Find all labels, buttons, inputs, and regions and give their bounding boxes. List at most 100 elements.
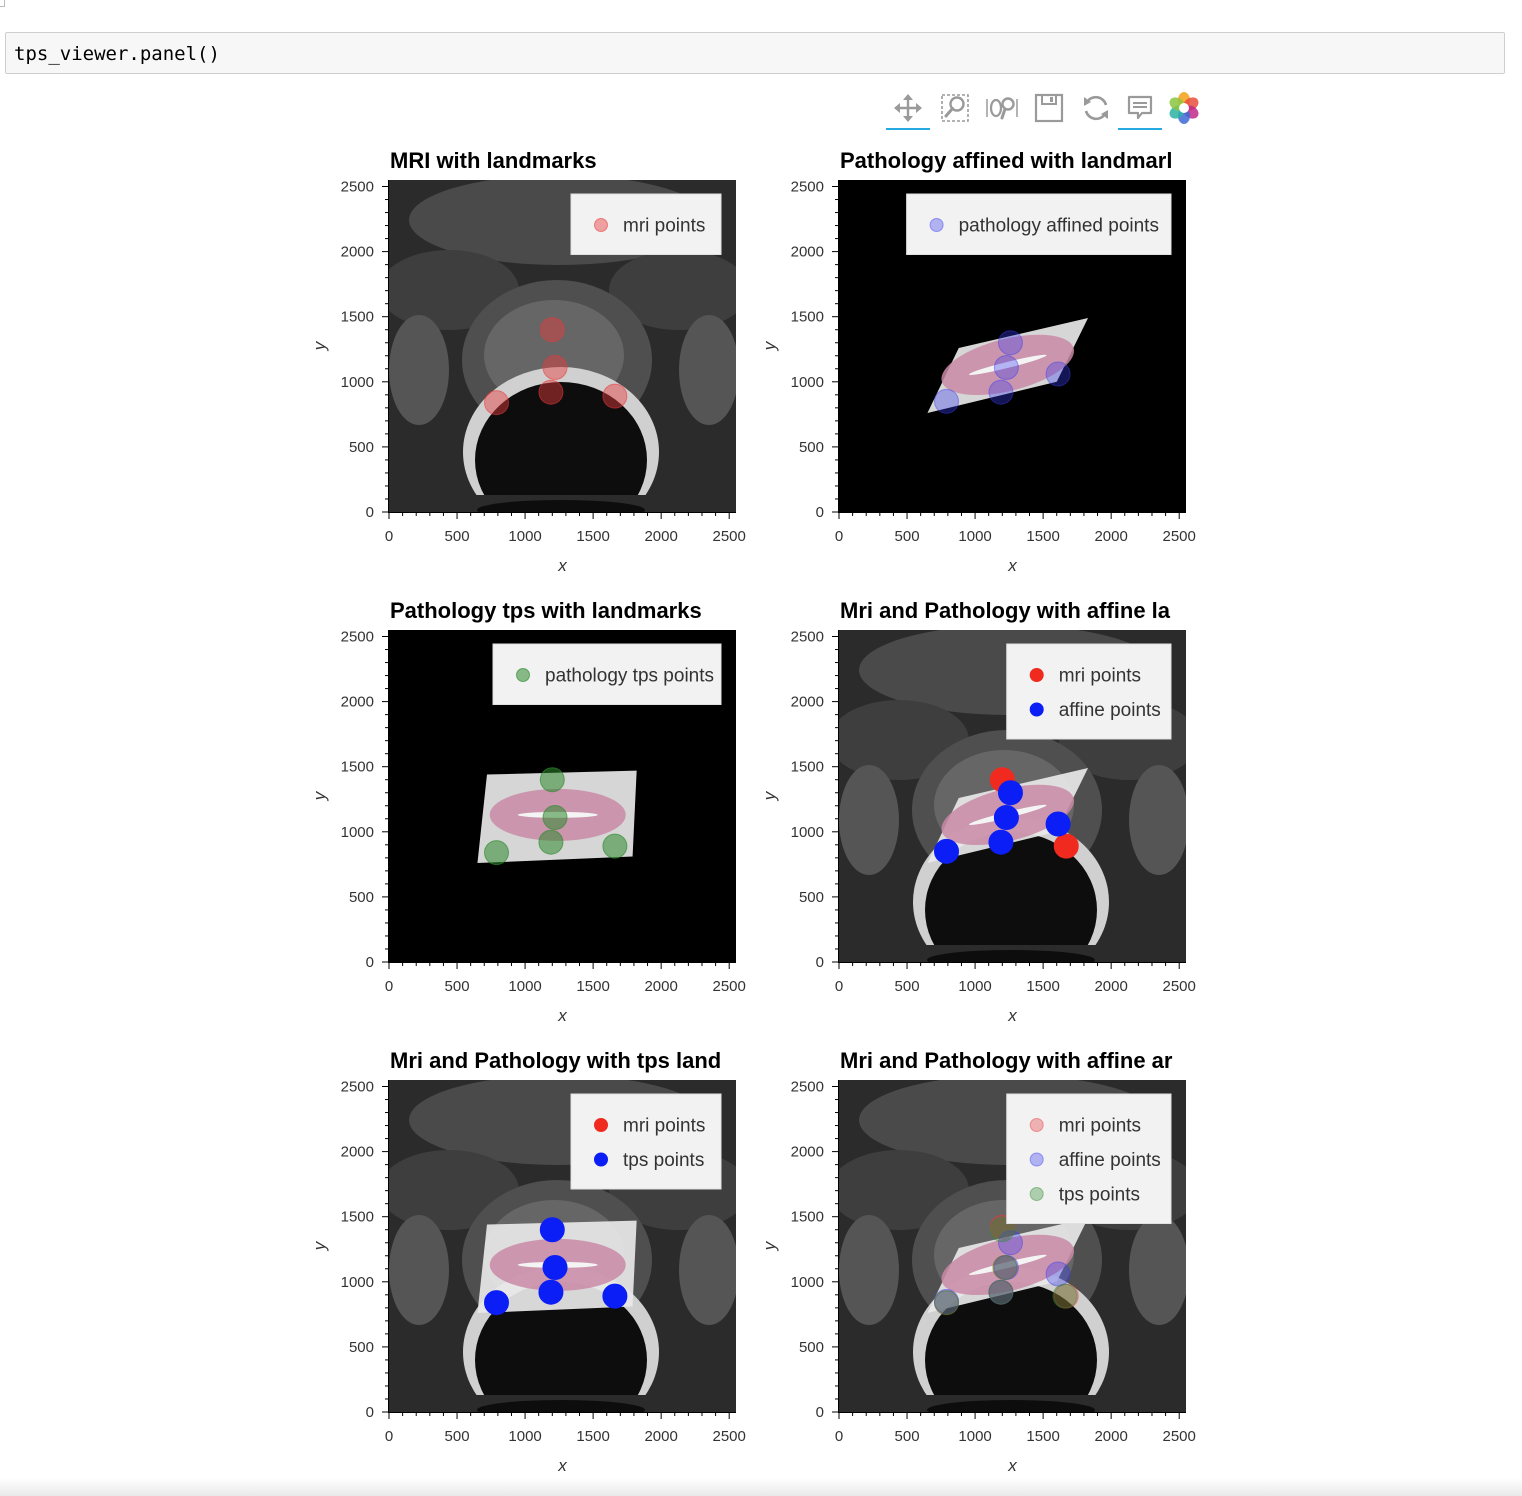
x-tick-label: 0 [385,1428,393,1445]
legend-label: tps points [623,1150,704,1171]
legend-marker [594,218,608,232]
data-point [993,354,1019,380]
x-tick-label: 0 [835,528,843,545]
y-tick-label: 1000 [791,824,824,841]
mri-femur-right [679,315,736,425]
x-tick-label: 0 [835,978,843,995]
x-tick-label: 2000 [1094,528,1127,545]
x-axis-label: x [1007,1006,1017,1025]
legend-label: mri points [1059,666,1141,687]
legend: mri points [570,193,722,255]
legend-box [1006,643,1172,740]
data-point [539,317,565,343]
legend-label: affine points [1059,700,1161,721]
mri-femur-right [1129,765,1186,875]
x-tick-label: 1000 [958,1428,991,1445]
legend-marker [929,218,944,232]
data-point [1045,1261,1071,1287]
mri-lumen-bottom [927,1400,1095,1412]
plot-grid: MRI with landmarks 0 500 1000 1500 2000 2500 0 5… [310,148,1196,1475]
data-point [1053,833,1079,859]
x-tick-label: 2500 [1163,978,1196,995]
x-tick-label: 2500 [713,528,746,545]
data-point [542,804,568,830]
x-tick-label: 1500 [1026,1428,1059,1445]
legend-label: mri points [1059,1116,1141,1137]
x-tick-label: 2000 [644,528,677,545]
x-tick-label: 1500 [1026,528,1059,545]
reset-icon [1084,95,1108,121]
data-point [484,1290,510,1316]
x-tick-label: 2000 [644,1428,677,1445]
bottom-fade [0,1478,1522,1496]
x-tick-label: 2000 [1094,1428,1127,1445]
x-tick-label: 500 [445,1428,470,1445]
x-tick-label: 0 [385,528,393,545]
y-tick-label: 2000 [791,694,824,711]
x-tick-label: 1000 [958,978,991,995]
x-tick-label: 2500 [1163,528,1196,545]
y-tick-label: 500 [349,889,374,906]
y-tick-label: 1500 [791,1209,824,1226]
y-tick-label: 1500 [791,309,824,326]
legend-marker [1029,1152,1044,1167]
x-tick-label: 2500 [1163,1428,1196,1445]
data-point [602,833,628,859]
y-tick-label: 0 [366,1404,374,1421]
box-zoom-tool-button[interactable] [933,88,977,128]
chart-panel-1: MRI with landmarks 0 500 1000 1500 2000 2500 0 5… [310,148,746,575]
box-zoom-icon [941,94,969,122]
y-axis-label: y [310,790,329,801]
x-tick-label: 1000 [508,1428,541,1445]
chart-panel-5: Mri and Pathology with tps land 0 500 1000 1… [310,1048,746,1475]
code-cell-input[interactable]: tps_viewer.panel() [5,32,1505,74]
chart-panel-4: Mri and Pathology with affine la 0 500 1000… [760,598,1196,1025]
legend-label: affine points [1059,1150,1161,1171]
y-tick-label: 1500 [791,759,824,776]
y-tick-label: 2500 [791,1079,824,1096]
legend-marker [1029,1187,1044,1201]
y-tick-label: 1500 [341,309,374,326]
save-tool-button[interactable] [1027,88,1071,128]
y-tick-label: 500 [349,439,374,456]
hover-tool-button[interactable] [1118,88,1162,130]
y-tick-label: 0 [366,954,374,971]
y-tick-label: 500 [799,439,824,456]
legend-marker [1029,1118,1044,1132]
y-tick-label: 1000 [791,374,824,391]
reset-tool-button[interactable] [1074,88,1118,128]
chart-title: Mri and Pathology with affine ar [840,1048,1173,1073]
x-tick-label: 2000 [644,978,677,995]
data-point [1045,361,1071,387]
wheel-zoom-tool-button[interactable] [980,88,1024,128]
y-tick-label: 1500 [341,759,374,776]
data-point [542,1254,568,1280]
legend-label: mri points [623,1116,705,1137]
chart-title: Mri and Pathology with affine la [840,598,1171,623]
x-tick-label: 1000 [958,528,991,545]
data-point [484,390,510,416]
legend: mri points tps points [570,1093,722,1190]
x-axis-label: x [1007,1456,1017,1475]
bokeh-logo-button[interactable] [1162,88,1206,128]
x-tick-label: 1500 [576,978,609,995]
mri-femur-left [389,1215,449,1325]
y-tick-label: 0 [816,954,824,971]
data-point [988,829,1014,855]
legend-marker [516,668,530,682]
x-tick-label: 500 [895,978,920,995]
data-point [538,379,564,405]
chart-panel-3: Pathology tps with landmarks 0 500 1000 1500… [310,598,746,1025]
x-tick-label: 1500 [1026,978,1059,995]
pan-tool-button[interactable] [886,88,930,130]
x-axis-label: x [557,1456,567,1475]
mri-femur-left [389,315,449,425]
data-point [988,1279,1014,1305]
data-point [992,1254,1018,1280]
x-tick-label: 500 [445,978,470,995]
x-tick-label: 2000 [1094,978,1127,995]
data-point [539,767,565,793]
data-point [997,330,1023,356]
chart-title: Pathology tps with landmarks [390,598,702,623]
data-point [988,379,1014,405]
